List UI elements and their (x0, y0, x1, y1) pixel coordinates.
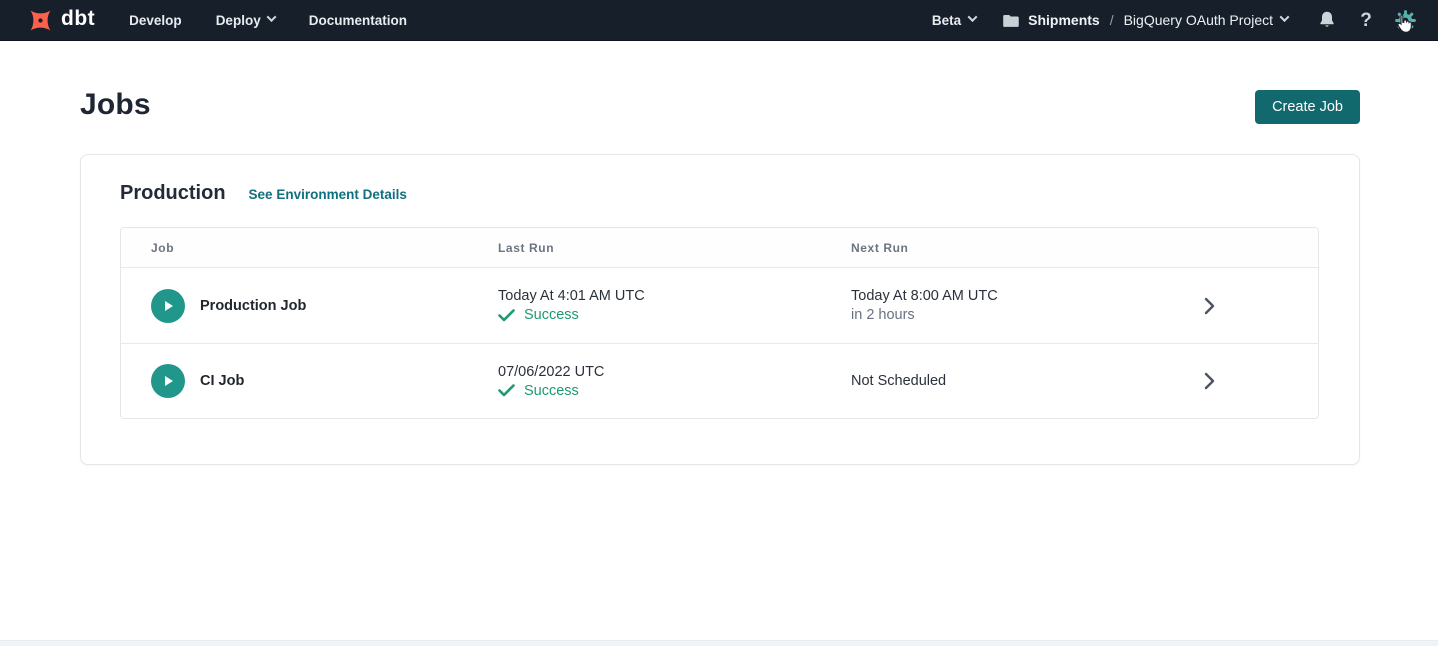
last-run-time: 07/06/2022 UTC (498, 364, 851, 380)
next-run-time: Not Scheduled (851, 373, 1100, 389)
dbt-logo-icon (26, 6, 55, 35)
nav-item-deploy[interactable]: Deploy (216, 13, 275, 28)
primary-nav: Develop Deploy Documentation (129, 13, 407, 28)
success-check-icon (498, 384, 515, 397)
dbt-logo[interactable]: dbt (26, 6, 95, 35)
breadcrumb-project: Shipments (1028, 12, 1100, 28)
environment-card-header: Production See Environment Details (120, 182, 1319, 205)
next-run-time: Today At 8:00 AM UTC (851, 288, 1100, 304)
settings-gear-icon[interactable] (1394, 9, 1416, 31)
column-header-next-run: Next Run (851, 241, 1100, 255)
environment-card: Production See Environment Details Job L… (80, 154, 1360, 465)
chevron-right-icon[interactable] (1204, 372, 1215, 390)
notifications-bell-icon[interactable] (1316, 9, 1338, 31)
last-run-time: Today At 4:01 AM UTC (498, 288, 851, 304)
nav-item-develop[interactable]: Develop (129, 13, 182, 28)
jobs-table: Job Last Run Next Run Production Job Tod… (120, 227, 1319, 419)
create-job-button[interactable]: Create Job (1255, 90, 1360, 124)
beta-selector[interactable]: Beta (932, 13, 976, 28)
column-header-job: Job (121, 241, 498, 255)
status-badge: Success (524, 307, 579, 323)
nav-icon-cluster: ? (1316, 9, 1416, 31)
run-job-play-button[interactable] (151, 364, 185, 398)
environment-name: Production (120, 182, 226, 205)
job-name: CI Job (200, 373, 244, 389)
table-row-ci-job[interactable]: CI Job 07/06/2022 UTC Success Not Schedu… (121, 343, 1318, 418)
top-navigation-bar: dbt Develop Deploy Documentation Beta Sh… (0, 0, 1438, 41)
dbt-wordmark: dbt (61, 8, 95, 32)
bottom-edge-strip (0, 640, 1438, 646)
next-run-note: in 2 hours (851, 307, 1100, 323)
column-header-last-run: Last Run (498, 241, 851, 255)
play-icon (161, 374, 175, 388)
folder-icon (1002, 13, 1020, 28)
nav-item-documentation[interactable]: Documentation (309, 13, 407, 28)
status-badge: Success (524, 383, 579, 399)
chevron-right-icon[interactable] (1204, 297, 1215, 315)
help-icon[interactable]: ? (1355, 9, 1377, 31)
page-title: Jobs (80, 88, 151, 122)
table-row-production-job[interactable]: Production Job Today At 4:01 AM UTC Succ… (121, 268, 1318, 343)
success-check-icon (498, 309, 515, 322)
project-breadcrumb[interactable]: Shipments / BigQuery OAuth Project (1002, 12, 1288, 28)
chevron-down-icon (968, 12, 978, 22)
see-environment-details-link[interactable]: See Environment Details (249, 187, 407, 202)
page-header: Jobs Create Job (0, 41, 1438, 124)
nav-right-cluster: Beta Shipments / BigQuery OAuth Project … (932, 9, 1416, 31)
chevron-down-icon (266, 12, 276, 22)
jobs-table-header-row: Job Last Run Next Run (121, 228, 1318, 268)
play-icon (161, 299, 175, 313)
breadcrumb-separator: / (1110, 12, 1114, 28)
chevron-down-icon (1280, 12, 1290, 22)
breadcrumb-environment: BigQuery OAuth Project (1124, 12, 1273, 28)
run-job-play-button[interactable] (151, 289, 185, 323)
job-name: Production Job (200, 298, 306, 314)
